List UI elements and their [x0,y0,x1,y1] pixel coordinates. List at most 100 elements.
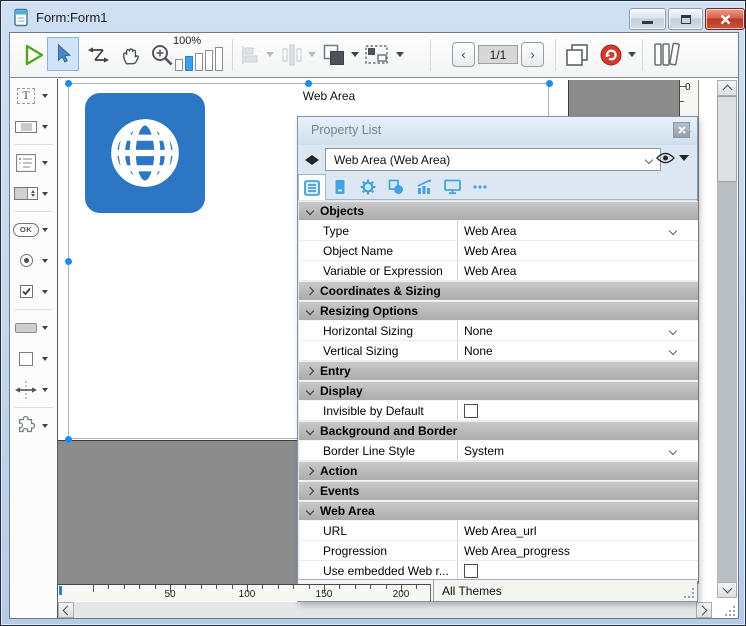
window-resize-grip[interactable] [719,603,736,617]
property-value-use-embedded-web-r[interactable] [457,561,698,580]
property-value-variable-or-expression[interactable]: Web Area [457,261,698,280]
panel-resize-grip[interactable] [682,586,694,598]
badges-dropdown-caret[interactable] [628,52,636,57]
vertical-scrollbar[interactable] [717,80,737,598]
run-form-button[interactable] [20,41,48,69]
library-button[interactable] [650,40,686,70]
property-value-url[interactable]: Web Area_url [457,521,698,540]
tab-settings[interactable] [354,174,382,200]
scroll-right-button[interactable] [696,602,712,618]
palette-tool-static-field[interactable] [10,313,57,342]
palette-tool-radio-button[interactable] [10,246,57,275]
section-events[interactable]: Events [299,481,698,501]
tool-dropdown-caret[interactable] [42,161,48,165]
previous-page-button[interactable]: ‹ [452,42,475,67]
tool-dropdown-caret[interactable] [42,326,48,330]
property-value-vertical-sizing[interactable]: None [457,341,698,360]
section-display[interactable]: Display [299,381,698,401]
minimize-button[interactable] [629,8,666,30]
palette-tool-splitter[interactable] [10,375,57,404]
zoom-bar-1[interactable] [175,59,183,71]
tab-style[interactable] [382,174,410,200]
tab-display[interactable] [438,174,466,200]
tab-properties[interactable] [298,174,326,200]
checkbox-use-embedded-web-r[interactable] [464,564,478,578]
section-background-and-border[interactable]: Background and Border [299,421,698,441]
palette-tool-text[interactable]: T [10,81,57,110]
order-dropdown-caret[interactable] [351,52,359,57]
previous-object-button[interactable] [305,155,312,165]
section-coordinates-sizing[interactable]: Coordinates & Sizing [299,281,698,301]
view-options-button[interactable] [656,152,689,164]
section-action[interactable]: Action [299,461,698,481]
palette-tool-rectangle[interactable] [10,344,57,373]
tool-dropdown-caret[interactable] [42,94,48,98]
tool-dropdown-caret[interactable] [42,228,48,232]
ruler-tick [262,585,263,589]
scroll-left-button[interactable] [58,602,74,618]
property-list-titlebar[interactable]: Property List [298,117,697,145]
group-tool-button[interactable] [362,41,392,69]
tool-dropdown-caret[interactable] [42,192,48,196]
pan-tool-button[interactable] [116,40,146,70]
tool-dropdown-caret[interactable] [42,424,48,428]
tool-dropdown-caret[interactable] [42,290,48,294]
close-button[interactable] [705,8,745,30]
scroll-down-button[interactable] [717,582,737,598]
tab-more[interactable] [466,174,494,200]
align-tool-button [238,43,264,67]
palette-tool-input[interactable] [10,112,57,141]
palette-separator [14,144,53,145]
grid-scroll-up[interactable] [683,122,693,130]
selection-handle-top-left[interactable] [65,80,72,87]
themes-filter[interactable]: All Themes [433,580,502,601]
badges-button[interactable] [599,43,623,67]
property-row-vertical-sizing: Vertical SizingNone [299,341,698,361]
zoom-bar-4[interactable] [205,50,213,71]
move-level-button[interactable] [320,41,348,69]
group-dropdown-caret[interactable] [396,52,404,57]
horizontal-scrollbar[interactable] [58,602,712,618]
pointer-tool-button[interactable] [47,37,79,71]
section-web-area[interactable]: Web Area [299,501,698,521]
selection-handle-top-center[interactable] [305,80,312,87]
tool-dropdown-caret[interactable] [42,357,48,361]
property-value-invisible-by-default[interactable] [457,401,698,420]
selection-handle-mid-left[interactable] [65,258,72,265]
object-selector-dropdown[interactable]: Web Area (Web Area) [325,148,661,171]
tab-theme-book[interactable] [326,174,354,200]
section-resizing-options[interactable]: Resizing Options [299,301,698,321]
selection-handle-bottom-left[interactable] [65,436,72,443]
tool-dropdown-caret[interactable] [42,259,48,263]
zoom-bar-2-selected[interactable] [185,56,193,71]
property-value-object-name[interactable]: Web Area [457,241,698,260]
property-value-border-line-style[interactable]: System [457,441,698,460]
tab-chart[interactable] [410,174,438,200]
title-bar[interactable]: Form:Form1 [2,2,744,32]
form-pages-button[interactable] [562,41,592,69]
zoom-bar-3[interactable] [195,53,203,71]
selection-handle-top-right[interactable] [546,80,553,87]
next-object-button[interactable] [312,155,319,165]
section-entry[interactable]: Entry [299,361,698,381]
checkbox-invisible-by-default[interactable] [464,404,478,418]
value-text: System [464,444,504,458]
section-objects[interactable]: Objects [299,201,698,221]
property-value-horizontal-sizing[interactable]: None [457,321,698,340]
scroll-up-button[interactable] [717,80,737,96]
vertical-scroll-thumb[interactable] [717,96,737,182]
palette-tool-plugin-area[interactable] [10,411,57,440]
entry-order-tool-button[interactable] [84,41,114,69]
palette-tool-stepper[interactable] [10,179,57,208]
palette-tool-list-box[interactable] [10,148,57,177]
ruler-tick [416,585,417,589]
palette-tool-button[interactable]: OK [10,215,57,244]
tool-dropdown-caret[interactable] [42,388,48,392]
maximize-button[interactable] [668,8,703,30]
palette-tool-checkbox[interactable] [10,277,57,306]
tool-dropdown-caret[interactable] [42,125,48,129]
property-value-progression[interactable]: Web Area_progress [457,541,698,560]
next-page-button[interactable]: › [521,42,544,67]
zoom-bar-5[interactable] [215,47,223,71]
property-value-type[interactable]: Web Area [457,221,698,240]
